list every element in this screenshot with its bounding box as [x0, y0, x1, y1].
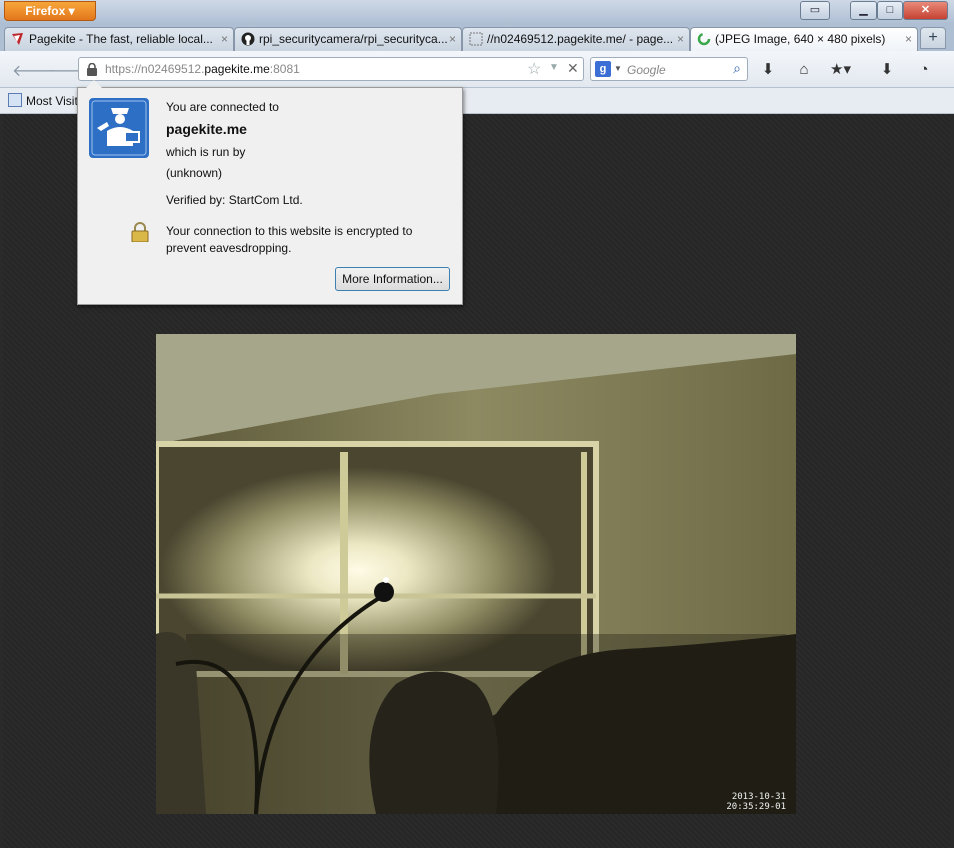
account-icon[interactable]: ◔ [914, 60, 934, 80]
close-icon[interactable]: × [449, 28, 456, 50]
close-icon[interactable]: × [905, 28, 912, 50]
search-input[interactable]: Google [627, 63, 666, 77]
loading-spinner-icon [697, 32, 711, 46]
tab-title: //n02469512.pagekite.me/ - page... [487, 32, 674, 46]
navigation-bar: 🡐 🡒 https://n02469512.pagekite.me:8081 ☆… [0, 51, 954, 88]
search-icon[interactable]: ⌕ [733, 60, 741, 77]
blank-favicon [469, 32, 483, 46]
tab-github[interactable]: rpi_securitycamera/rpi_securityca... × [234, 27, 462, 51]
new-tab-icon[interactable]: + [920, 27, 946, 49]
dropdown-icon[interactable]: ▼ [614, 64, 622, 73]
dropdown-icon: ▾ [68, 4, 75, 18]
close-icon[interactable]: × [221, 28, 228, 50]
padlock-icon [131, 222, 149, 242]
popup-arrow [86, 80, 102, 88]
firefox-menu-label: Firefox [25, 4, 66, 18]
run-by-label: which is run by [166, 145, 246, 159]
encryption-line-2: prevent eavesdropping. [166, 241, 292, 255]
verified-by: Verified by: StartCom Ltd. [166, 193, 303, 207]
save-icon[interactable]: ⬇ [877, 60, 897, 80]
more-information-button[interactable]: More Information... [335, 267, 450, 291]
encryption-line-1: Your connection to this website is encry… [166, 224, 413, 238]
tab-pagekite[interactable]: Pagekite - The fast, reliable local... × [4, 27, 234, 51]
home-icon[interactable]: ⌂ [794, 60, 814, 80]
bookmark-most-visited[interactable]: Most Visit [8, 93, 78, 108]
tab-pagekite-site[interactable]: //n02469512.pagekite.me/ - page... × [462, 27, 690, 51]
tab-title: Pagekite - The fast, reliable local... [29, 32, 213, 46]
lock-icon[interactable] [86, 63, 98, 76]
bookmark-label: Most Visit [26, 94, 78, 108]
search-bar[interactable]: g ▼ Google ⌕ [590, 57, 748, 81]
camera-timestamp: 2013-10-31 20:35:29-01 [726, 792, 786, 812]
bookmark-folder-icon [8, 93, 22, 107]
pagekite-favicon [12, 33, 23, 45]
minimize-icon[interactable]: ▁ [850, 1, 877, 20]
timestamp-date: 2013-10-31 [731, 792, 786, 802]
site-owner: (unknown) [166, 166, 223, 180]
identity-popup: You are connected to pagekite.me which i… [77, 80, 463, 305]
restore-icon[interactable]: ▭ [800, 1, 830, 20]
close-icon[interactable]: ✕ [903, 1, 948, 20]
identity-officer-icon [89, 98, 149, 158]
url-host: pagekite.me [204, 62, 270, 76]
tab-title: rpi_securitycamera/rpi_securityca... [259, 32, 448, 46]
maximize-icon[interactable]: □ [877, 1, 903, 20]
connected-to-label: You are connected to [166, 100, 279, 114]
tab-jpeg-image[interactable]: (JPEG Image, 640 × 480 pixels) × [690, 27, 918, 52]
dropdown-icon[interactable]: ▼ [549, 62, 559, 73]
url-text[interactable]: https://n02469512.pagekite.me:8081 [105, 62, 300, 76]
close-icon[interactable]: × [677, 28, 684, 50]
google-icon[interactable]: g [595, 61, 611, 77]
tab-bar: Pagekite - The fast, reliable local... ×… [0, 24, 954, 52]
star-icon[interactable]: ☆ [527, 59, 541, 79]
title-bar: Firefox ▾ ▭ ▁ □ ✕ [0, 0, 954, 24]
url-bar[interactable]: https://n02469512.pagekite.me:8081 ☆ ▼ ✕ [78, 57, 584, 81]
bookmarks-icon[interactable]: ★▾ [830, 60, 851, 80]
firefox-menu-button[interactable]: Firefox ▾ [4, 1, 96, 21]
url-prefix: https://n02469512. [105, 62, 205, 76]
site-host: pagekite.me [166, 121, 247, 137]
stop-icon[interactable]: ✕ [567, 60, 579, 77]
tab-title: (JPEG Image, 640 × 480 pixels) [715, 32, 886, 46]
camera-image: 2013-10-31 20:35:29-01 [156, 334, 796, 814]
camera-scene [156, 334, 796, 814]
github-favicon [241, 32, 255, 46]
url-port: :8081 [269, 62, 300, 76]
timestamp-time: 20:35:29-01 [726, 802, 786, 812]
download-icon[interactable]: ⬇ [758, 60, 778, 80]
